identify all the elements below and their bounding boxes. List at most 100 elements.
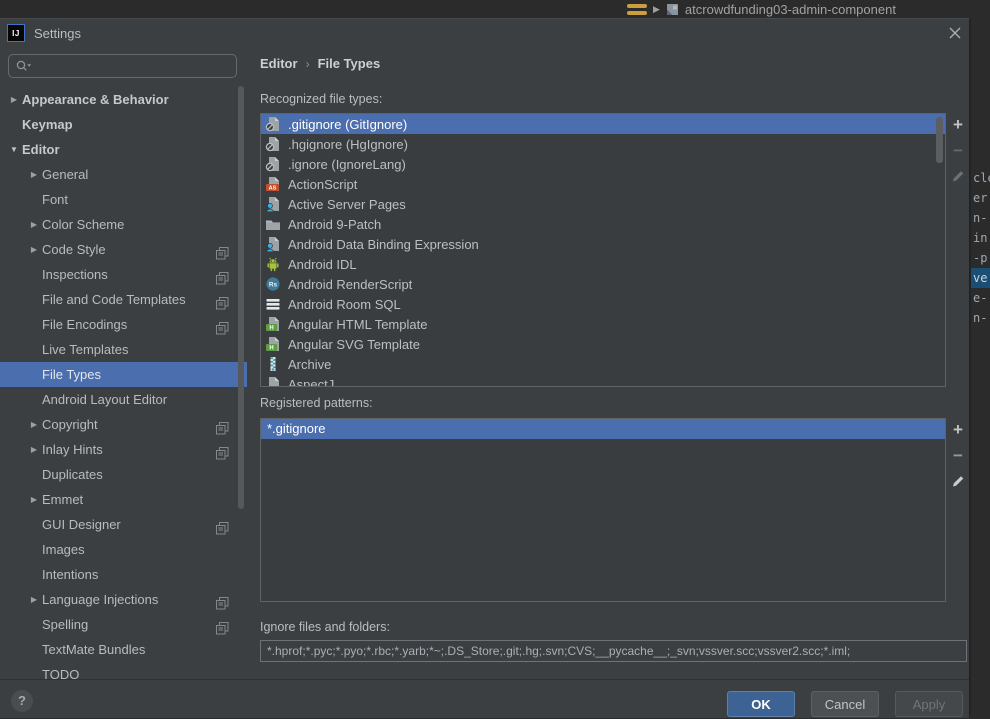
pattern-row-gitignore[interactable]: *.gitignore — [261, 419, 945, 439]
chevron-right-icon[interactable]: ▶ — [26, 412, 42, 437]
ignore-files-input[interactable] — [260, 640, 967, 662]
chevron-right-icon[interactable]: ▶ — [26, 162, 42, 187]
sidebar-item-label: Spelling — [42, 612, 88, 637]
add-pattern-button[interactable]: + — [949, 422, 967, 439]
sidebar-item-file-types[interactable]: File Types — [0, 362, 247, 387]
chevron-right-icon[interactable]: ▶ — [26, 437, 42, 462]
apply-button[interactable]: Apply — [895, 691, 963, 717]
sidebar-item-images[interactable]: Images — [0, 537, 247, 562]
sidebar-item-android-layout-editor[interactable]: Android Layout Editor — [0, 387, 247, 412]
file-type-name: Archive — [288, 357, 331, 372]
chevron-right-icon[interactable]: ▶ — [6, 87, 22, 112]
ignore-files-label: Ignore files and folders: — [260, 620, 390, 634]
sidebar-scrollbar[interactable] — [238, 86, 244, 509]
search-icon — [15, 59, 32, 73]
sidebar-item-label: Font — [42, 187, 68, 212]
ok-button[interactable]: OK — [727, 691, 795, 717]
breadcrumb-editor[interactable]: Editor — [260, 56, 298, 71]
sidebar-item-inlay-hints[interactable]: ▶Inlay Hints — [0, 437, 247, 462]
background-editor-line: er — [971, 188, 990, 208]
sidebar-item-label: Copyright — [42, 412, 98, 437]
settings-search-box[interactable] — [8, 54, 237, 78]
background-editor-line: e- — [971, 288, 990, 308]
file-type-name: ActionScript — [288, 177, 357, 192]
sidebar-item-editor[interactable]: ▼Editor — [0, 137, 247, 162]
file-type-row-hgignore-hgignore[interactable]: .hgignore (HgIgnore) — [261, 134, 945, 154]
sidebar-item-inspections[interactable]: Inspections — [0, 262, 247, 287]
edit-pattern-button[interactable] — [949, 474, 967, 491]
sidebar-item-todo[interactable]: TODO — [0, 662, 247, 679]
chevron-right-icon[interactable]: ▶ — [26, 487, 42, 512]
edit-file-type-button[interactable] — [949, 169, 967, 186]
file-type-row-actionscript[interactable]: ASActionScript — [261, 174, 945, 194]
sidebar-item-label: Inspections — [42, 262, 108, 287]
sidebar-item-emmet[interactable]: ▶Emmet — [0, 487, 247, 512]
sidebar-item-language-injections[interactable]: ▶Language Injections — [0, 587, 247, 612]
file-type-row-ignore-ignorelang[interactable]: .ignore (IgnoreLang) — [261, 154, 945, 174]
android-robot-icon — [265, 256, 281, 272]
file-type-row-android-renderscript[interactable]: RsAndroid RenderScript — [261, 274, 945, 294]
sidebar-item-spelling[interactable]: Spelling — [0, 612, 247, 637]
background-editor-line: in — [971, 228, 990, 248]
add-file-type-button[interactable]: + — [949, 117, 967, 134]
server-page-file-icon — [265, 196, 281, 212]
file-type-row-active-server-pages[interactable]: Active Server Pages — [261, 194, 945, 214]
background-project-tree-row: ▶ atcrowdfunding03-admin-component — [627, 0, 896, 18]
file-type-row-android-data-binding-expression[interactable]: Android Data Binding Expression — [261, 234, 945, 254]
sidebar-item-label: TODO — [42, 662, 79, 679]
search-input[interactable] — [32, 55, 236, 77]
sidebar-item-live-templates[interactable]: Live Templates — [0, 337, 247, 362]
close-icon[interactable] — [946, 24, 964, 42]
per-project-settings-icon — [216, 418, 229, 431]
sidebar-item-label: General — [42, 162, 88, 187]
registered-patterns-label: Registered patterns: — [260, 396, 373, 410]
file-type-row-android-9-patch[interactable]: Android 9-Patch — [261, 214, 945, 234]
background-ide-topbar: ▶ atcrowdfunding03-admin-component — [0, 0, 990, 18]
background-editor-line: -p — [971, 248, 990, 268]
ignore-file-icon — [265, 156, 281, 172]
per-project-settings-icon — [216, 518, 229, 531]
file-type-row-gitignore-gitignore[interactable]: .gitignore (GitIgnore) — [261, 114, 945, 134]
chevron-down-icon[interactable]: ▼ — [6, 137, 22, 162]
chevron-right-icon[interactable]: ▶ — [26, 237, 42, 262]
file-type-row-angular-html-template[interactable]: HAngular HTML Template — [261, 314, 945, 334]
sidebar-item-gui-designer[interactable]: GUI Designer — [0, 512, 247, 537]
sidebar-item-keymap[interactable]: Keymap — [0, 112, 247, 137]
per-project-settings-icon — [216, 443, 229, 456]
pattern-toolbar: + − — [948, 422, 968, 491]
sidebar-item-label: Language Injections — [42, 587, 158, 612]
sidebar-item-file-encodings[interactable]: File Encodings — [0, 312, 247, 337]
sidebar-item-label: Android Layout Editor — [42, 387, 167, 412]
archive-zip-icon — [265, 356, 281, 372]
chevron-right-icon[interactable]: ▶ — [26, 212, 42, 237]
file-type-row-angular-svg-template[interactable]: HAngular SVG Template — [261, 334, 945, 354]
sidebar-item-intentions[interactable]: Intentions — [0, 562, 247, 587]
svg-text:H: H — [269, 346, 273, 352]
sidebar-item-label: Editor — [22, 137, 60, 162]
help-button[interactable]: ? — [11, 690, 33, 712]
cancel-button[interactable]: Cancel — [811, 691, 879, 717]
file-type-row-aspectj[interactable]: AspectJ — [261, 374, 945, 387]
sidebar-item-code-style[interactable]: ▶Code Style — [0, 237, 247, 262]
angular-html-file-icon: H — [265, 316, 281, 332]
sidebar-item-general[interactable]: ▶General — [0, 162, 247, 187]
file-type-row-android-idl[interactable]: Android IDL — [261, 254, 945, 274]
svg-text:Rs: Rs — [269, 281, 278, 288]
sidebar-item-textmate-bundles[interactable]: TextMate Bundles — [0, 637, 247, 662]
sidebar-item-font[interactable]: Font — [0, 187, 247, 212]
file-type-list-scrollbar[interactable] — [936, 117, 943, 163]
sidebar-item-color-scheme[interactable]: ▶Color Scheme — [0, 212, 247, 237]
plain-file-icon — [265, 376, 281, 387]
registered-patterns-list: *.gitignore — [260, 418, 946, 602]
remove-pattern-button[interactable]: − — [949, 448, 967, 465]
chevron-right-icon[interactable]: ▶ — [26, 587, 42, 612]
sidebar-item-file-and-code-templates[interactable]: File and Code Templates — [0, 287, 247, 312]
sidebar-item-label: Images — [42, 537, 85, 562]
sidebar-item-appearance-behavior[interactable]: ▶Appearance & Behavior — [0, 87, 247, 112]
module-icon — [666, 3, 679, 16]
file-type-row-android-room-sql[interactable]: Android Room SQL — [261, 294, 945, 314]
file-type-row-archive[interactable]: Archive — [261, 354, 945, 374]
sidebar-item-duplicates[interactable]: Duplicates — [0, 462, 247, 487]
sidebar-item-copyright[interactable]: ▶Copyright — [0, 412, 247, 437]
remove-file-type-button[interactable]: − — [949, 143, 967, 160]
